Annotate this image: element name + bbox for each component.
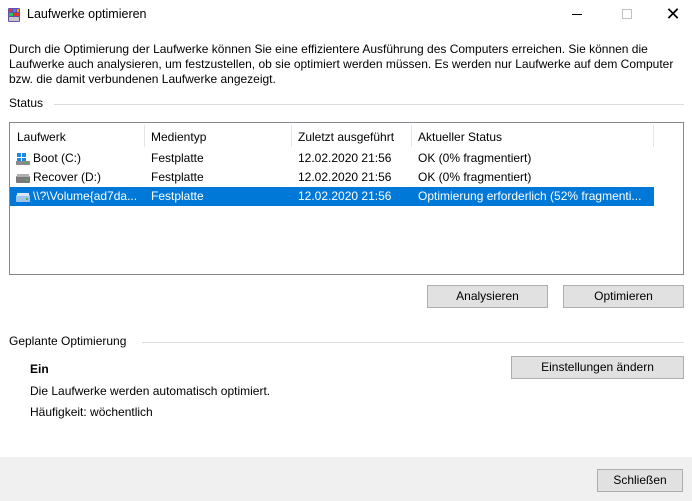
drive-row-recover[interactable]: Recover (D:) Festplatte 12.02.2020 21:56… — [10, 168, 654, 187]
window-title: Laufwerke optimieren — [27, 7, 147, 21]
schedule-state: Ein — [30, 362, 49, 376]
column-separator[interactable] — [653, 125, 654, 147]
maximize-button — [604, 0, 650, 30]
media-type: Festplatte — [151, 189, 204, 203]
last-run: 12.02.2020 21:56 — [298, 170, 392, 184]
status-section-label: Status — [9, 96, 44, 110]
hard-drive-icon — [16, 193, 30, 202]
optimize-button[interactable]: Optimieren — [563, 285, 684, 308]
drive-name: Boot (C:) — [33, 151, 82, 165]
last-run: 12.02.2020 21:56 — [298, 189, 392, 203]
status-divider — [54, 104, 684, 105]
minimize-icon — [572, 14, 582, 15]
analyze-button[interactable]: Analysieren — [427, 285, 548, 308]
schedule-info: Die Laufwerke werden automatisch optimie… — [30, 384, 271, 398]
windows-drive-icon — [16, 153, 30, 165]
maximize-icon — [622, 9, 632, 19]
last-run: 12.02.2020 21:56 — [298, 151, 392, 165]
media-type: Festplatte — [151, 170, 204, 184]
schedule-frequency: Häufigkeit: wöchentlich — [30, 405, 153, 419]
drive-name: Recover (D:) — [33, 170, 102, 184]
schedule-section-label: Geplante Optimierung — [9, 334, 127, 348]
column-header-media-type[interactable]: Medientyp — [145, 123, 291, 149]
minimize-button[interactable] — [554, 0, 600, 30]
drive-list[interactable]: Laufwerk Medientyp Zuletzt ausgeführt Ak… — [9, 122, 684, 275]
description-text: Durch die Optimierung der Laufwerke könn… — [9, 42, 674, 86]
hard-drive-icon — [16, 174, 30, 183]
drive-row-boot[interactable]: Boot (C:) Festplatte 12.02.2020 21:56 OK… — [10, 149, 654, 168]
current-status: Optimierung erforderlich (52% fragmenti.… — [418, 189, 642, 203]
drive-row-volume[interactable]: \\?\Volume{ad7da... Festplatte 12.02.202… — [10, 187, 654, 206]
footer-bar: Schließen — [0, 457, 692, 501]
current-status: OK (0% fragmentiert) — [418, 170, 532, 184]
media-type: Festplatte — [151, 151, 204, 165]
close-button[interactable]: ✕ — [650, 0, 692, 30]
column-header-last-run[interactable]: Zuletzt ausgeführt — [292, 123, 411, 149]
current-status: OK (0% fragmentiert) — [418, 151, 532, 165]
drive-name: \\?\Volume{ad7da... — [33, 189, 138, 203]
drive-list-header: Laufwerk Medientyp Zuletzt ausgeführt Ak… — [10, 123, 683, 149]
close-dialog-button[interactable]: Schließen — [597, 469, 683, 492]
close-icon: ✕ — [665, 4, 681, 24]
column-header-current-status[interactable]: Aktueller Status — [412, 123, 652, 149]
column-header-drive[interactable]: Laufwerk — [11, 123, 144, 149]
title-bar: Laufwerke optimieren ✕ — [0, 0, 692, 30]
schedule-divider — [142, 342, 684, 343]
change-settings-button[interactable]: Einstellungen ändern — [511, 356, 684, 379]
defrag-app-icon — [8, 8, 20, 22]
